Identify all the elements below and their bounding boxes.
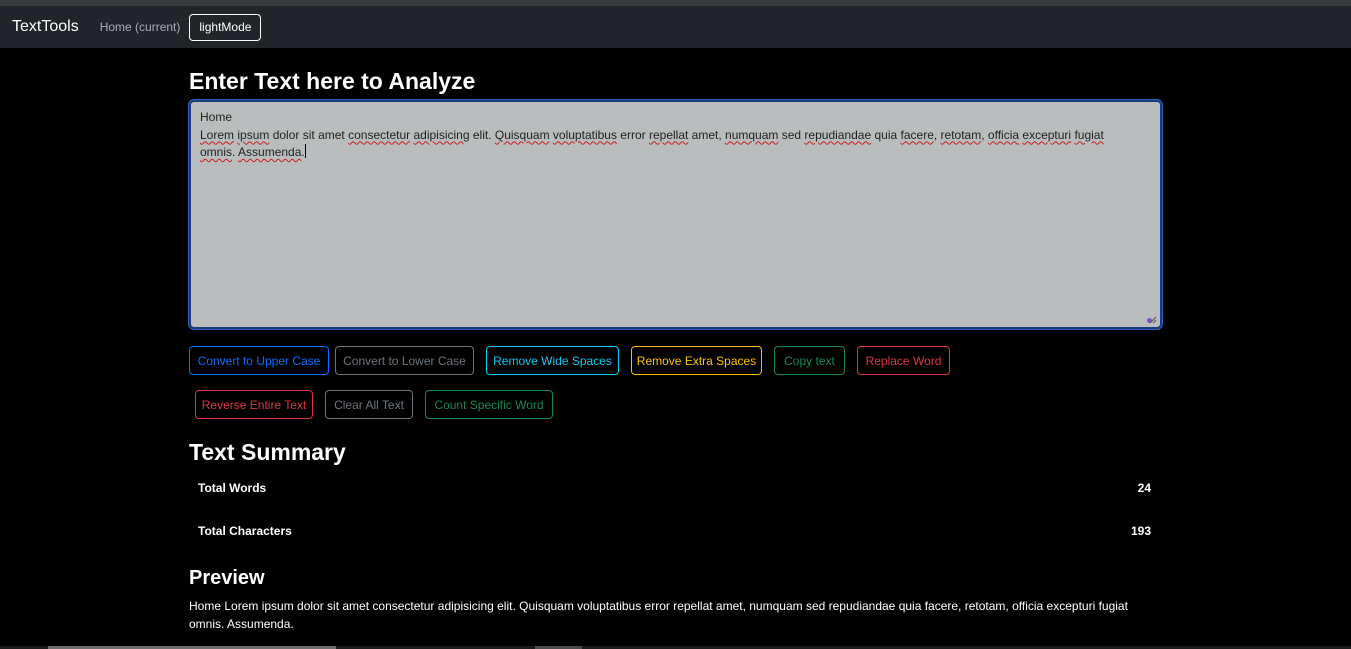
misspelled-word: excepturi [1022,127,1072,142]
text-input-area[interactable]: Home Lorem ipsum dolor sit amet consecte… [189,100,1162,329]
textarea-text-fragment: quia [871,127,901,142]
misspelled-word: repudiandae [804,127,872,142]
summary-label: Total Words [198,481,267,495]
textarea-line-3: omnis. Assumenda. [200,144,1151,162]
summary-label: Total Characters [198,524,292,538]
summary-row-total-characters: Total Characters 193 [189,524,1162,544]
textarea-line-2: Lorem ipsum dolor sit amet consectetur a… [200,127,1151,145]
misspelled-word: Assumenda [238,145,302,159]
summary-value: 24 [1137,481,1151,495]
misspelled-word: consectetur [348,127,411,142]
nav-link-home[interactable]: Home (current) [100,20,181,34]
textarea-text-fragment: , [933,127,941,142]
light-mode-toggle-button[interactable]: lightMode [189,13,262,41]
brand-logo[interactable]: TextTools [12,18,79,36]
clear-all-text-button[interactable]: Clear All Text [325,390,413,419]
misspelled-word: numquam [725,127,779,142]
misspelled-word: facere [900,127,934,142]
remove-wide-spaces-button[interactable]: Remove Wide Spaces [486,346,619,375]
count-specific-word-button[interactable]: Count Specific Word [425,390,553,419]
summary-row-total-words: Total Words 24 [189,481,1162,501]
misspelled-word: officia [987,127,1020,142]
textarea-line-1: Home [200,110,233,124]
textarea-text-fragment: amet, [688,127,726,142]
misspelled-word: ipsum [237,127,270,142]
textarea-text-fragment: sed [778,127,805,142]
misspelled-word: fugiat [1074,127,1104,142]
misspelled-word: retotam [940,127,982,142]
replace-word-button[interactable]: Replace Word [857,346,950,375]
textarea-text-fragment: error [616,127,649,142]
textarea-text-fragment: amet [318,127,345,142]
textarea-text-fragment: dolor sit [269,127,319,142]
misspelled-word: Lorem [200,127,235,142]
preview-heading: Preview [189,567,265,589]
navbar: TextTools Home (current) lightMode [0,6,1351,48]
copy-text-button[interactable]: Copy text [774,346,845,375]
convert-upper-case-button[interactable]: Convert to Upper Case [189,346,329,375]
textarea-text-fragment: , [981,127,988,142]
misspelled-word: voluptatibus [552,127,617,142]
textarea-text-fragment: elit. [469,127,495,142]
text-caret [304,144,306,158]
text-summary-heading: Text Summary [189,439,346,465]
resize-handle-icon[interactable] [1149,316,1157,324]
preview-text: Home Lorem ipsum dolor sit amet consecte… [189,599,1128,631]
misspelled-word: Quisquam [494,127,550,142]
reverse-entire-text-button[interactable]: Reverse Entire Text [195,390,313,419]
misspelled-word: adipisicing [413,127,470,142]
page-title: Enter Text here to Analyze [189,68,476,94]
convert-lower-case-button[interactable]: Convert to Lower Case [335,346,474,375]
remove-extra-spaces-button[interactable]: Remove Extra Spaces [631,346,762,375]
summary-value: 193 [1130,524,1151,538]
misspelled-word: repellat [648,127,689,142]
misspelled-word: omnis [200,145,233,159]
